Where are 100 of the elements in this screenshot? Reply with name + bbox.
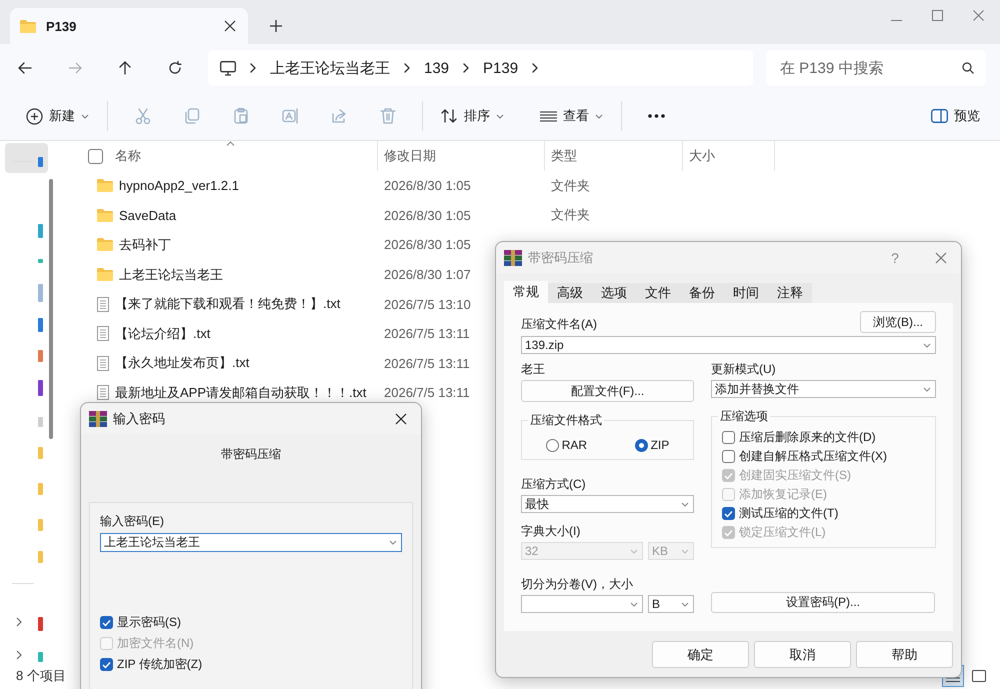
column-header[interactable]: 修改日期 <box>378 141 545 171</box>
dropdown[interactable]: 添加并替换文件 <box>711 380 936 398</box>
file-name[interactable]: 上老王论坛当老王 <box>119 266 223 284</box>
file-name[interactable]: 最新地址及APP请发邮箱自动获取！！！.txt <box>115 384 366 402</box>
folder-icon <box>20 20 36 32</box>
file-name[interactable]: hypnoApp2_ver1.2.1 <box>119 178 239 194</box>
chevron-right-icon[interactable] <box>16 617 22 627</box>
field-label: 老王 <box>521 361 546 378</box>
checkbox-label: 创建固实压缩文件(S) <box>739 467 851 484</box>
checkbox[interactable] <box>722 450 735 463</box>
checkbox-label: 压缩后删除原来的文件(D) <box>739 429 876 446</box>
cut-icon <box>134 108 150 124</box>
forward-icon[interactable] <box>68 62 82 74</box>
caret-icon <box>681 602 689 606</box>
view-button[interactable]: 查看 <box>532 101 611 131</box>
list-lines-icon <box>540 110 557 122</box>
dropdown[interactable]: B <box>648 595 694 613</box>
field-label: 输入密码(E) <box>100 513 165 530</box>
file-name[interactable]: 【永久地址发布页】.txt <box>115 354 250 372</box>
breadcrumb-item[interactable]: 139 <box>424 60 450 76</box>
tab[interactable]: 高级 <box>548 283 592 303</box>
column-header[interactable]: 大小 <box>683 141 775 171</box>
dropdown[interactable] <box>521 595 643 613</box>
checkbox[interactable] <box>100 616 113 629</box>
caret-icon <box>595 114 603 118</box>
checkbox[interactable] <box>722 431 735 444</box>
caret-icon <box>496 114 504 118</box>
preview-button[interactable]: 预览 <box>923 101 988 131</box>
sort-icon <box>441 109 458 123</box>
radio-label: RAR <box>562 438 588 452</box>
modified-date: 2026/7/5 13:11 <box>384 385 470 400</box>
column-header[interactable]: 类型 <box>545 141 683 171</box>
tab[interactable]: 文件 <box>636 283 680 303</box>
radio-button[interactable] <box>634 438 648 452</box>
dialog-button[interactable]: 确定 <box>652 641 749 668</box>
password-field[interactable]: 上老王论坛当老王 <box>100 533 402 552</box>
copy-icon <box>184 108 200 124</box>
caret-icon <box>81 114 89 118</box>
caret-icon <box>923 342 931 348</box>
sort-button[interactable]: 排序 <box>433 101 512 131</box>
back-icon[interactable] <box>18 62 32 74</box>
text-file-icon <box>97 356 109 371</box>
maximize-icon[interactable] <box>932 10 943 21</box>
chevron-right-icon[interactable] <box>532 63 538 73</box>
address-bar[interactable]: 上老王论坛当老王 139 P139 <box>208 50 753 86</box>
tab[interactable]: 常规 <box>504 281 548 303</box>
radio-button[interactable] <box>546 438 559 452</box>
search-field[interactable]: 在 P139 中搜索 <box>766 50 986 86</box>
tab[interactable]: 选项 <box>592 283 636 303</box>
archive-app-icon <box>89 410 107 426</box>
file-name[interactable]: 【论坛介绍】.txt <box>115 324 210 343</box>
folder-icon <box>97 208 113 222</box>
tab[interactable]: P139 <box>10 8 248 44</box>
chevron-right-icon[interactable] <box>250 63 256 73</box>
file-name[interactable]: 【来了就能下载和观看！纯免费！】.txt <box>115 295 340 314</box>
field-label: 压缩方式(C) <box>521 476 587 493</box>
folder-icon <box>97 268 113 282</box>
file-type: 文件夹 <box>551 176 590 195</box>
tab-close-button[interactable] <box>222 20 238 32</box>
checkbox[interactable] <box>100 658 113 671</box>
tab[interactable]: 注释 <box>768 283 812 303</box>
close-icon <box>224 20 236 32</box>
text-file-icon <box>97 296 109 312</box>
selected-nav-item[interactable] <box>5 143 48 173</box>
dialog-title: 带密码压缩 <box>528 248 594 266</box>
modified-date: 2026/7/5 13:11 <box>384 356 470 371</box>
refresh-icon[interactable] <box>168 61 182 75</box>
paste-icon <box>232 108 248 124</box>
scrollbar-thumb[interactable] <box>49 179 53 439</box>
column-header[interactable]: 名称 <box>115 147 141 165</box>
chevron-right-icon[interactable] <box>16 650 22 660</box>
field-label: 更新模式(U) <box>711 361 777 378</box>
checkbox[interactable] <box>722 507 735 520</box>
new-button[interactable]: 新建 <box>18 101 97 131</box>
dropdown[interactable]: 139.zip <box>521 336 936 354</box>
plus-icon[interactable] <box>270 20 282 32</box>
plus-circle-icon <box>26 108 43 124</box>
caret-icon <box>681 502 689 506</box>
item-count: 8 个项目 <box>16 667 66 685</box>
checkbox-label: 加密文件名(N) <box>117 635 194 652</box>
dialog-button[interactable]: 取消 <box>754 641 851 668</box>
browse-button[interactable]: 浏览(B)... <box>860 311 936 333</box>
dialog-button[interactable]: 帮助 <box>856 641 953 668</box>
file-name[interactable]: SaveData <box>119 208 176 223</box>
breadcrumb-item[interactable]: P139 <box>483 60 518 76</box>
profiles-button[interactable]: 配置文件(F)... <box>521 380 694 402</box>
caret-icon <box>630 602 638 606</box>
dropdown[interactable]: 最快 <box>521 495 694 513</box>
tab[interactable]: 备份 <box>680 283 724 303</box>
preview-pane-icon <box>931 109 948 123</box>
set-password-button[interactable]: 设置密码(P)... <box>711 592 935 613</box>
chevron-right-icon[interactable] <box>404 63 410 73</box>
group-title: 压缩文件格式 <box>528 412 604 429</box>
close-icon[interactable] <box>395 412 407 424</box>
chevron-right-icon[interactable] <box>463 63 470 73</box>
file-name[interactable]: 去码补丁 <box>119 236 171 254</box>
up-icon[interactable] <box>119 61 131 75</box>
select-all-checkbox[interactable] <box>88 148 103 164</box>
breadcrumb-item[interactable]: 上老王论坛当老王 <box>270 58 390 78</box>
tab[interactable]: 时间 <box>724 283 768 303</box>
